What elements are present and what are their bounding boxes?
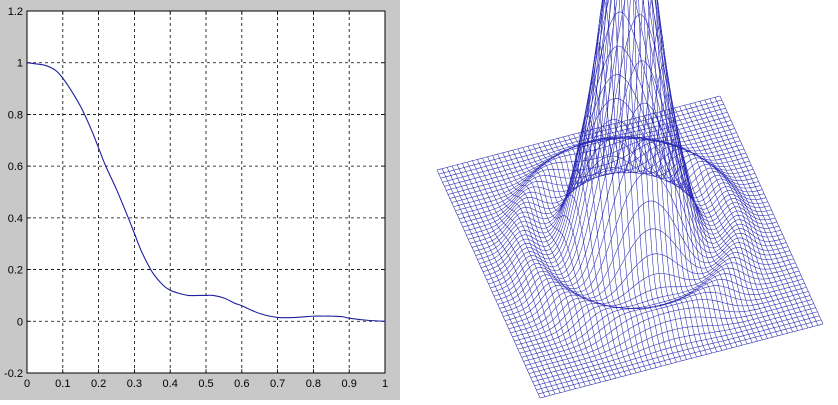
- mesh-line-v: [536, 315, 820, 391]
- x-tick-label: 0.7: [270, 378, 285, 390]
- y-tick-label: 0.6: [8, 161, 23, 173]
- mesh-line-u: [441, 168, 546, 397]
- y-tick-label: 1.2: [8, 6, 23, 18]
- mesh-line-u: [719, 95, 824, 325]
- mesh-line-v: [447, 120, 732, 195]
- x-tick-label: 0.3: [127, 378, 142, 390]
- mesh-line-u: [563, 0, 667, 366]
- mesh-line-u: [527, 146, 632, 375]
- mesh-line-v: [459, 143, 743, 220]
- mesh-line-u: [487, 156, 591, 385]
- mesh-line-u: [462, 163, 566, 392]
- mesh-line-u: [618, 94, 723, 351]
- x-tick-label: 0.6: [234, 378, 249, 390]
- mesh-line-v: [532, 307, 816, 382]
- mesh-line-v: [521, 283, 805, 358]
- mesh-line-v: [495, 0, 779, 301]
- x-tick-label: 1: [382, 378, 388, 390]
- y-tick-label: 0.8: [8, 109, 23, 121]
- mesh-line-u: [674, 107, 778, 337]
- y-tick-label: 0.4: [8, 213, 23, 225]
- mesh-line-u: [699, 101, 804, 330]
- x-tick-label: 0.4: [163, 378, 178, 390]
- x-tick-label: 0.9: [342, 378, 357, 390]
- mesh-line-v: [528, 299, 813, 374]
- x-tick-label: 0.5: [198, 378, 213, 390]
- line-chart-panel: 0 0.1 0.2 0.3 0.4 0.5 0.6 0.7 0.8 0.9 1 -0.2 0 0.2 0.4…: [0, 0, 400, 400]
- mesh-line-v: [512, 257, 796, 338]
- mesh-line-v: [530, 303, 814, 378]
- y-tick-label: 1: [17, 58, 23, 70]
- x-tick-label: 0.2: [91, 378, 106, 390]
- x-tick-label: 0.1: [55, 378, 70, 390]
- mesh-line-u: [633, 118, 738, 347]
- mesh-line-u: [689, 103, 793, 333]
- y-tick-label: -0.2: [4, 368, 23, 380]
- mesh-line-v: [488, 0, 772, 285]
- mesh-line-u: [507, 151, 612, 380]
- y-tick-label: 0.2: [8, 265, 23, 277]
- mesh-line-u: [709, 98, 814, 327]
- mesh-line-v: [527, 295, 811, 370]
- x-tick-label: 0: [24, 378, 30, 390]
- mesh-line-v: [440, 103, 724, 179]
- surface-plot: [436, 0, 824, 399]
- mesh-line-u: [532, 143, 637, 374]
- mesh-lines: [436, 0, 824, 399]
- x-tick-label: 0.8: [306, 378, 321, 390]
- surface-plot-panel: [400, 0, 838, 400]
- y-tick-label: 0: [17, 316, 23, 328]
- line-chart: 0 0.1 0.2 0.3 0.4 0.5 0.6 0.7 0.8 0.9 1-0.200.20.4…: [4, 6, 388, 390]
- mesh-line-v: [539, 323, 824, 399]
